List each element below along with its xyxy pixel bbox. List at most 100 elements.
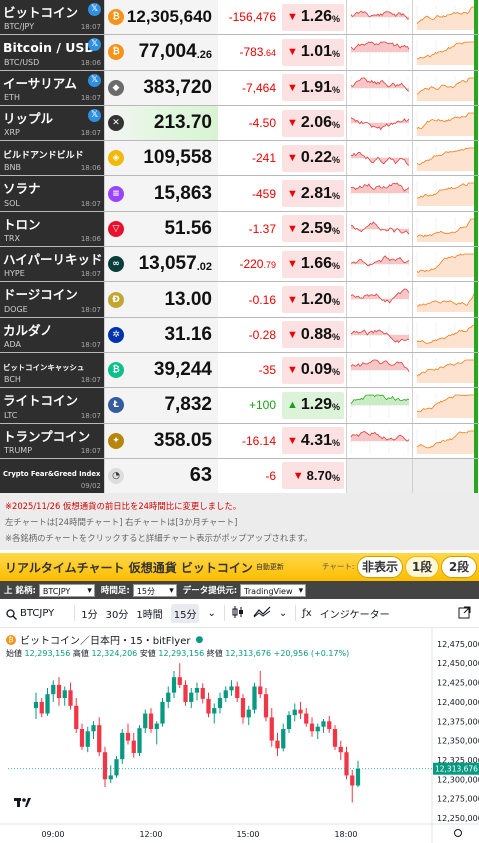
ticker-row[interactable]: ハイパーリキッド HYPE 18:07 ∞ 13,057.02 -220.79 ▼ 1.66% bbox=[0, 247, 479, 283]
mini-chart-24h[interactable] bbox=[346, 105, 412, 141]
mini-chart-24h[interactable] bbox=[346, 141, 412, 176]
ticker-row[interactable]: ソラナ SOL 18:07 ≡ 15,863 -459 ▼ 2.81% bbox=[0, 176, 479, 212]
mini-chart-24h[interactable] bbox=[346, 35, 412, 70]
ticker-row[interactable]: ビルドアンドビルド BNB 18:06 ◈ 109,558 -241 ▼ 0.22% bbox=[0, 141, 479, 177]
fear-greed-name-cell[interactable]: Crypto Fear&Greed Index 09/02 bbox=[0, 458, 104, 493]
x-share-icon[interactable]: 𝕏 bbox=[88, 108, 101, 122]
fear-greed-date: 09/02 bbox=[80, 481, 101, 490]
search-icon bbox=[6, 608, 17, 620]
interval-30m[interactable]: 30分 bbox=[106, 606, 129, 621]
change-value: +20,956 (+0.17%) bbox=[273, 649, 350, 658]
mini-chart-3m[interactable] bbox=[412, 176, 478, 211]
symbol-select[interactable]: BTCJPY bbox=[38, 583, 95, 598]
mini-chart-3m[interactable] bbox=[412, 70, 478, 105]
coin-name-cell[interactable]: ハイパーリキッド HYPE 18:07 bbox=[0, 247, 104, 282]
ticker-row[interactable]: カルダノ ADA 18:07 ✲ 31.16 -0.28 ▼ 0.88% bbox=[0, 317, 479, 353]
ticker-row[interactable]: ドージコイン DOGE 18:07 Ð 13.00 -0.16 ▼ 1.20% bbox=[0, 282, 479, 318]
mini-chart-24h[interactable] bbox=[346, 247, 412, 282]
y-axis-tick-label: 12,475,000 bbox=[437, 640, 479, 649]
sparkline-24h bbox=[350, 357, 410, 383]
coin-name-cell[interactable]: ソラナ SOL 18:07 bbox=[0, 176, 104, 211]
ticker-row[interactable]: トランプコイン TRUMP 18:07 ✦ 358.05 -16.14 ▼ 4.31% bbox=[0, 423, 479, 459]
ticker-row[interactable]: ビットコイン BTC/JPY 18:07 𝕏 ₿ 12,305,640 -156,476 ▼ 1… bbox=[0, 0, 479, 36]
coin-name-cell[interactable]: カルダノ ADA 18:07 bbox=[0, 317, 104, 352]
mini-chart-24h[interactable] bbox=[346, 70, 412, 105]
mini-chart-24h[interactable] bbox=[346, 352, 412, 388]
mini-chart-24h[interactable] bbox=[346, 211, 412, 247]
add-indicator-icon[interactable]: ƒx bbox=[302, 608, 311, 619]
chevron-down-icon[interactable]: ⌄ bbox=[207, 608, 215, 619]
percent-value: 1.20 bbox=[300, 290, 332, 308]
mini-chart-3m[interactable] bbox=[412, 0, 478, 35]
coin-name-cell[interactable]: Bitcoin / USD BTC/USD 18:06 𝕏 bbox=[0, 35, 104, 70]
mini-chart-24h[interactable] bbox=[346, 423, 412, 458]
sparkline-24h bbox=[350, 5, 410, 30]
y-axis-tick-label: 12,375,000 bbox=[437, 717, 479, 726]
x-share-icon[interactable]: 𝕏 bbox=[88, 38, 101, 52]
timeframe-select[interactable]: 15分足 bbox=[132, 583, 177, 609]
coin-name-cell[interactable]: ビットコインキャッシュ BCH 18:07 bbox=[0, 352, 104, 388]
candles-icon[interactable] bbox=[231, 605, 245, 622]
notes-panel: ※2025/11/26 仮想通貨の前日比を24時間比に変更しました。 左チャート… bbox=[0, 493, 479, 550]
mini-chart-24h[interactable] bbox=[346, 0, 412, 35]
fear-greed-row[interactable]: Crypto Fear&Greed Index 09/02 ◔ 63 -6 ▼ 8.70% bbox=[0, 458, 479, 494]
y-axis-tick-label: 12,425,000 bbox=[437, 679, 479, 688]
coin-name-cell[interactable]: トロン TRX 18:06 bbox=[0, 211, 104, 247]
mini-chart-3m[interactable] bbox=[412, 247, 478, 282]
interval-1m[interactable]: 1分 bbox=[81, 606, 97, 621]
x-share-icon[interactable]: 𝕏 bbox=[88, 3, 101, 16]
mini-chart-3m[interactable] bbox=[412, 317, 478, 352]
chart-one-row-button[interactable]: 1段 bbox=[405, 556, 439, 578]
change-value: -459 bbox=[251, 186, 276, 201]
symbol-search[interactable]: BTCJPY bbox=[0, 608, 54, 620]
mini-chart-24h[interactable] bbox=[346, 317, 412, 352]
price-cell: ◈ 109,558 bbox=[104, 141, 218, 176]
update-time: 18:07 bbox=[80, 93, 101, 102]
mini-chart-3m[interactable] bbox=[412, 282, 478, 317]
coin-name-cell[interactable]: イーサリアム ETH 18:07 𝕏 bbox=[0, 70, 104, 105]
interval-1h[interactable]: 1時間 bbox=[136, 606, 162, 621]
chart-hide-button[interactable]: 非表示 bbox=[357, 556, 403, 578]
mini-chart-24h[interactable] bbox=[346, 282, 412, 317]
update-time: 18:07 bbox=[80, 340, 101, 349]
price-cell: ✕ 213.70 bbox=[104, 105, 218, 141]
mini-chart-24h[interactable] bbox=[346, 388, 412, 423]
sparkline-24h bbox=[350, 146, 410, 172]
mini-chart-3m[interactable] bbox=[412, 105, 478, 141]
y-axis-tick-label: 12,275,000 bbox=[437, 795, 479, 804]
expand-icon[interactable] bbox=[458, 606, 471, 622]
coin-name-cell[interactable]: ビットコイン BTC/JPY 18:07 𝕏 bbox=[0, 0, 104, 35]
price-value: 39,244 bbox=[153, 359, 212, 381]
chart-two-row-button[interactable]: 2段 bbox=[441, 556, 477, 578]
ticker-row[interactable]: ビットコインキャッシュ BCH 18:07 ₿ 39,244 -35 ▼ 0.09% bbox=[0, 352, 479, 389]
percent-sign: % bbox=[331, 225, 340, 236]
mini-chart-3m[interactable] bbox=[412, 352, 478, 388]
mini-chart-3m[interactable] bbox=[412, 35, 478, 70]
mini-chart-3m[interactable] bbox=[412, 141, 478, 176]
interval-15m[interactable]: 15分 bbox=[170, 603, 200, 623]
provider-select[interactable]: TradingView bbox=[240, 583, 307, 598]
chevron-down-icon[interactable]: ⌄ bbox=[279, 608, 287, 619]
coin-symbol: BTC/JPY bbox=[4, 22, 35, 32]
mini-chart-3m[interactable] bbox=[412, 211, 478, 247]
mini-chart-24h[interactable] bbox=[346, 176, 412, 211]
coin-name-cell[interactable]: ライトコイン LTC 18:07 bbox=[0, 388, 104, 423]
coin-name: ビルドアンドビルド bbox=[3, 151, 84, 162]
coin-name-cell[interactable]: トランプコイン TRUMP 18:07 bbox=[0, 423, 104, 458]
ticker-row[interactable]: イーサリアム ETH 18:07 𝕏 ◆ 383,720 -7,464 ▼ 1.91% bbox=[0, 70, 479, 106]
coin-name-cell[interactable]: ビルドアンドビルド BNB 18:06 bbox=[0, 141, 104, 176]
coin-name-cell[interactable]: ドージコイン DOGE 18:07 bbox=[0, 282, 104, 317]
indicators-button[interactable]: インジケーター bbox=[320, 606, 390, 621]
mini-chart-3m[interactable] bbox=[412, 423, 478, 458]
ticker-row[interactable]: トロン TRX 18:06 ▽ 51.56 -1.37 ▼ 2.59% bbox=[0, 211, 479, 248]
main-price-chart[interactable]: 12,475,000 12,450,000 12,425,000 12,400,000… bbox=[0, 628, 479, 843]
x-share-icon[interactable]: 𝕏 bbox=[88, 73, 101, 87]
percent-cell: ▼ 0.22% bbox=[280, 141, 346, 175]
compare-icon[interactable] bbox=[253, 606, 271, 621]
ticker-row[interactable]: リップル XRP 18:07 𝕏 ✕ 213.70 -4.50 ▼ 2.06% bbox=[0, 105, 479, 142]
ticker-row[interactable]: Bitcoin / USD BTC/USD 18:06 𝕏 ₿ 77,004.26 -783… bbox=[0, 35, 479, 71]
mini-chart-3m[interactable] bbox=[412, 388, 478, 423]
coin-name-cell[interactable]: リップル XRP 18:07 𝕏 bbox=[0, 105, 104, 141]
ticker-row[interactable]: ライトコイン LTC 18:07 Ł 7,832 +100 ▲ 1.29% bbox=[0, 388, 479, 424]
high-value: 12,324,206 bbox=[91, 649, 138, 658]
